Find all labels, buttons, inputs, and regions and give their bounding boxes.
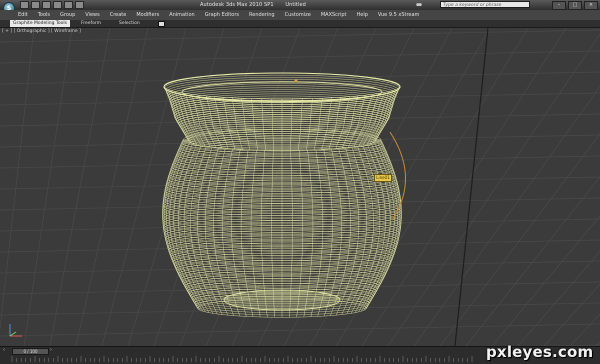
save-file-icon[interactable] [42, 1, 51, 9]
redo-icon[interactable] [64, 1, 73, 9]
close-button[interactable]: × [584, 1, 598, 10]
menu-item-group[interactable]: Group [60, 12, 75, 18]
binoculars-icon[interactable] [416, 1, 422, 7]
ribbon-toggle-button[interactable] [158, 21, 165, 27]
menu-items: Edit Tools Group Views Create Modifiers Animat… [18, 12, 429, 18]
menu-item-rendering[interactable]: Rendering [249, 12, 275, 18]
ribbon-tabs: Graphite Modeling Tools Freeform Selecti… [0, 20, 600, 28]
new-file-icon[interactable] [20, 1, 29, 9]
menu-item-modifiers[interactable]: Modifiers [136, 12, 159, 18]
undo-icon[interactable] [53, 1, 62, 9]
jar-wireframe[interactable] [0, 28, 600, 346]
pivot-label: Line01 [374, 174, 392, 182]
open-file-icon[interactable] [31, 1, 40, 9]
tab-selection[interactable]: Selection [116, 20, 143, 27]
app-title: Autodesk 3ds Max 2010 SP1 [200, 2, 274, 8]
menu-item-animation[interactable]: Animation [169, 12, 195, 18]
document-name: Untitled [285, 2, 306, 8]
minimize-button[interactable]: – [552, 1, 566, 10]
time-slider[interactable]: 0 / 100 [12, 348, 49, 355]
menu-item-customize[interactable]: Customize [285, 12, 311, 18]
menu-item-graph-editors[interactable]: Graph Editors [205, 12, 239, 18]
menu-item-views[interactable]: Views [85, 12, 99, 18]
chevron-right-icon[interactable]: › [50, 348, 55, 353]
window-title: Autodesk 3ds Max 2010 SP1 Untitled [200, 2, 316, 8]
tab-graphite-modeling-tools[interactable]: Graphite Modeling Tools [10, 20, 71, 27]
timeline-ticks[interactable] [10, 356, 480, 362]
viewport-label[interactable]: [ + ] [ Orthographic ] [ Wireframe ] [2, 29, 81, 34]
quick-access-toolbar [20, 1, 84, 9]
search-input[interactable]: Type a keyword or phrase [440, 1, 530, 8]
menu-item-create[interactable]: Create [110, 12, 127, 18]
project-folder-icon[interactable] [75, 1, 84, 9]
chevron-left-icon[interactable]: ‹ [3, 348, 8, 353]
menu-item-maxscript[interactable]: MAXScript [321, 12, 347, 18]
menu-item-edit[interactable]: Edit [18, 12, 28, 18]
maximize-button[interactable]: □ [568, 1, 582, 10]
orthographic-viewport[interactable]: [ + ] [ Orthographic ] [ Wireframe ] Lin… [0, 28, 600, 346]
menu-item-tools[interactable]: Tools [38, 12, 50, 18]
axis-tripod-icon [9, 324, 22, 337]
window-controls: – □ × [552, 1, 598, 10]
menu-item-help[interactable]: Help [357, 12, 368, 18]
menu-item-vue-9-5-xstream[interactable]: Vue 9.5 xStream [378, 12, 420, 18]
tab-freeform[interactable]: Freeform [78, 20, 104, 27]
watermark-logo: pxleyes.com [486, 343, 594, 361]
